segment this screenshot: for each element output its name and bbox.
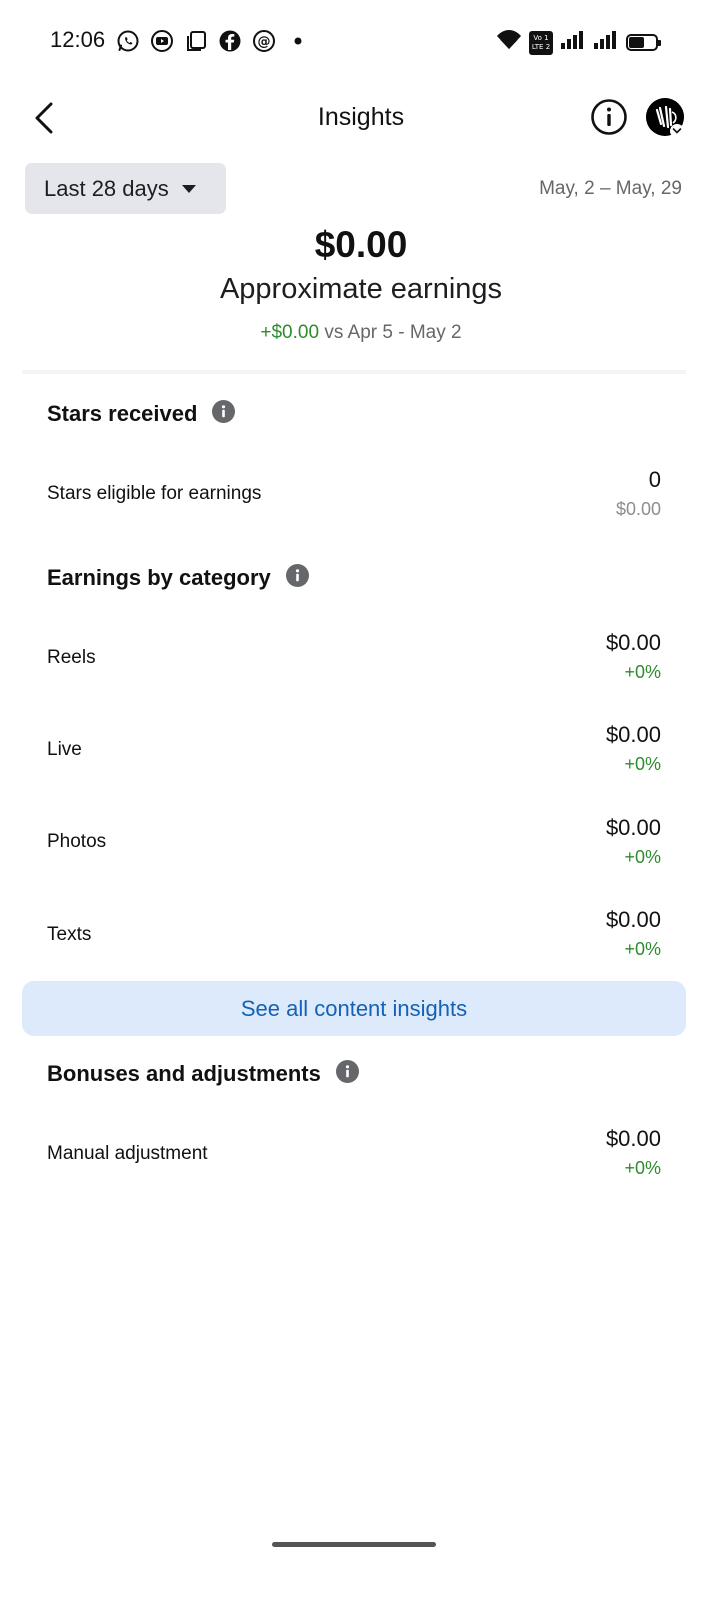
date-range-text: May, 2 – May, 29 (539, 178, 682, 199)
category-change: +0% (624, 847, 661, 867)
dot-icon (286, 29, 310, 53)
info-icon[interactable] (285, 563, 309, 587)
date-range-dropdown[interactable]: Last 28 days (25, 163, 226, 214)
earnings-amount: $0.00 (314, 224, 408, 265)
earnings-label: Approximate earnings (219, 273, 503, 305)
battery-icon (626, 34, 661, 51)
cta-label: See all content insights (240, 995, 468, 1021)
status-time: 12:06 (50, 27, 106, 52)
comparison-period: vs Apr 5 - May 2 (324, 322, 462, 343)
section-divider (22, 370, 686, 374)
account-switch-chevron[interactable] (670, 124, 684, 138)
category-label: Live (47, 739, 82, 760)
wifi-icon (496, 29, 522, 56)
earnings-comparison: +$0.00 vs Apr 5 - May 2 (0, 322, 722, 344)
notification-icons: @ (116, 29, 310, 53)
category-value: $0.00 (605, 815, 661, 840)
signal-icon (593, 30, 619, 55)
category-value: $0.00 (605, 907, 661, 932)
copy-icon (184, 29, 208, 53)
category-change: +0% (624, 754, 661, 774)
category-value: $0.00 (605, 722, 661, 747)
chevron-down-icon (672, 128, 682, 134)
threads-icon: @ (252, 29, 276, 53)
earnings-change: +$0.00 (260, 322, 320, 343)
stars-received-title: Stars received (47, 401, 198, 426)
home-indicator[interactable] (272, 1542, 436, 1547)
see-all-content-insights-button[interactable]: See all content insights (22, 981, 686, 1036)
info-button[interactable] (590, 98, 628, 136)
caret-down-icon (181, 184, 196, 193)
signal-icon (560, 30, 586, 55)
volte-line-1: Vo 1 (533, 33, 549, 42)
stars-received-heading: Stars received (47, 399, 236, 427)
bonuses-heading: Bonuses and adjustments (47, 1059, 359, 1087)
category-change: +0% (624, 662, 661, 682)
manual-adjustment-value: $0.00 (605, 1126, 661, 1151)
battery-level (629, 37, 645, 48)
whatsapp-icon (116, 29, 140, 53)
info-icon (591, 99, 627, 135)
youtube-icon (150, 29, 174, 53)
earnings-by-category-heading: Earnings by category (47, 563, 309, 591)
status-bar: 12:06 @ Vo 1 LTE 2 (0, 0, 722, 84)
category-label: Reels (47, 647, 96, 668)
volte-icon: Vo 1 LTE 2 (529, 30, 553, 55)
manual-adjustment-change: +0% (624, 1158, 661, 1178)
category-value: $0.00 (605, 630, 661, 655)
stars-eligible-label: Stars eligible for earnings (47, 483, 262, 504)
facebook-icon (218, 29, 242, 53)
svg-text:@: @ (258, 35, 271, 50)
volte-line-2: LTE 2 (531, 42, 551, 51)
info-icon[interactable] (335, 1059, 359, 1083)
app-header: Insights (0, 86, 722, 148)
earnings-by-category-title: Earnings by category (47, 565, 271, 590)
stars-value: $0.00 (615, 499, 661, 519)
stars-count: 0 (648, 467, 661, 492)
category-change: +0% (624, 939, 661, 959)
info-icon[interactable] (212, 399, 236, 423)
bonuses-title: Bonuses and adjustments (47, 1061, 321, 1086)
date-range-label: Last 28 days (44, 175, 169, 201)
battery-cap (658, 40, 661, 46)
category-label: Photos (47, 831, 107, 852)
system-icons: Vo 1 LTE 2 (496, 29, 661, 56)
category-label: Texts (47, 924, 92, 945)
manual-adjustment-label: Manual adjustment (47, 1143, 208, 1164)
